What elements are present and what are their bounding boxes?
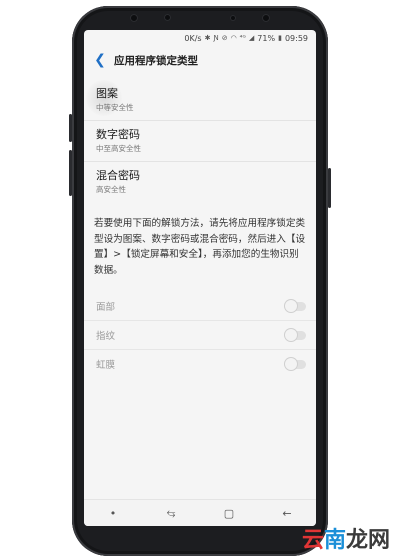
- clock: 09:59: [284, 33, 308, 43]
- status-bar: 0K/s ✱ Ɲ ⊘ ◠ ⁴ᴳ ◢ 71% ▮ 09:59: [84, 30, 316, 46]
- signal-icon: ◢: [248, 34, 255, 42]
- app-header: ❮ 应用程序锁定类型: [84, 46, 316, 74]
- watermark-char-3: 龙网: [345, 528, 390, 553]
- volume-up-button: [69, 114, 72, 142]
- biometric-label: 指纹: [96, 331, 116, 342]
- option-title: 数字密码: [96, 128, 140, 141]
- volume-down-button: [69, 150, 72, 196]
- iris-toggle[interactable]: [285, 357, 306, 370]
- biometric-fingerprint-row: 指纹: [84, 320, 316, 349]
- option-title: 图案: [96, 87, 118, 100]
- recents-icon[interactable]: ⥃: [159, 506, 183, 520]
- biometric-iris-row: 虹膜: [84, 349, 316, 378]
- network-speed: 0K/s: [184, 33, 202, 43]
- biometric-face-row: 面部: [84, 292, 316, 320]
- back-icon[interactable]: ←: [275, 507, 299, 520]
- bluetooth-icon: ✱: [204, 34, 211, 42]
- 4g-icon: ⁴ᴳ: [239, 34, 246, 42]
- page-title: 应用程序锁定类型: [114, 54, 198, 67]
- toggle-knob: [285, 328, 297, 341]
- option-subtitle: 中至高安全性: [96, 144, 141, 153]
- front-camera-icon: [262, 14, 270, 22]
- biometric-label: 虹膜: [96, 360, 116, 371]
- toggle-knob: [285, 299, 297, 312]
- option-subtitle: 高安全性: [96, 185, 126, 194]
- option-pattern[interactable]: 图案 中等安全性: [84, 80, 316, 120]
- watermark-char-2: 南: [323, 528, 346, 553]
- dot-icon[interactable]: •: [101, 507, 125, 520]
- fingerprint-toggle[interactable]: [285, 328, 306, 341]
- battery-percent: 71%: [257, 33, 276, 43]
- toggle-knob: [285, 357, 297, 370]
- nfc-icon: Ɲ: [213, 34, 219, 42]
- battery-icon: ▮: [278, 34, 282, 42]
- face-toggle[interactable]: [285, 299, 306, 312]
- screen: 0K/s ✱ Ɲ ⊘ ◠ ⁴ᴳ ◢ 71% ▮ 09:59 ❮ 应用程序锁定类型…: [84, 30, 316, 526]
- site-watermark: 云南龙网: [302, 522, 390, 554]
- power-button: [328, 168, 331, 208]
- back-arrow-icon[interactable]: ❮: [92, 52, 108, 68]
- watermark-char-1: 云: [301, 528, 324, 553]
- biometric-label: 面部: [96, 302, 116, 313]
- navigation-bar: • ⥃ ▢ ←: [84, 499, 316, 526]
- iris-sensor-icon: [130, 14, 138, 22]
- option-pin[interactable]: 数字密码 中至高安全性: [84, 120, 316, 161]
- biometrics-description: 若要使用下面的解锁方法，请先将应用程序锁定类型设为图案、数字密码或混合密码，然后…: [94, 218, 306, 276]
- lock-type-list: 图案 中等安全性 数字密码 中至高安全性 混合密码 高安全性: [84, 80, 316, 202]
- biometrics-list: 面部 指纹 虹膜: [84, 292, 316, 378]
- option-password[interactable]: 混合密码 高安全性: [84, 161, 316, 202]
- home-icon[interactable]: ▢: [217, 507, 241, 520]
- mute-icon: ⊘: [221, 34, 228, 42]
- wifi-icon: ◠: [230, 34, 237, 42]
- proximity-sensor-icon: [164, 14, 171, 21]
- option-subtitle: 中等安全性: [96, 103, 134, 112]
- option-title: 混合密码: [96, 169, 140, 182]
- light-sensor-icon: [230, 15, 236, 21]
